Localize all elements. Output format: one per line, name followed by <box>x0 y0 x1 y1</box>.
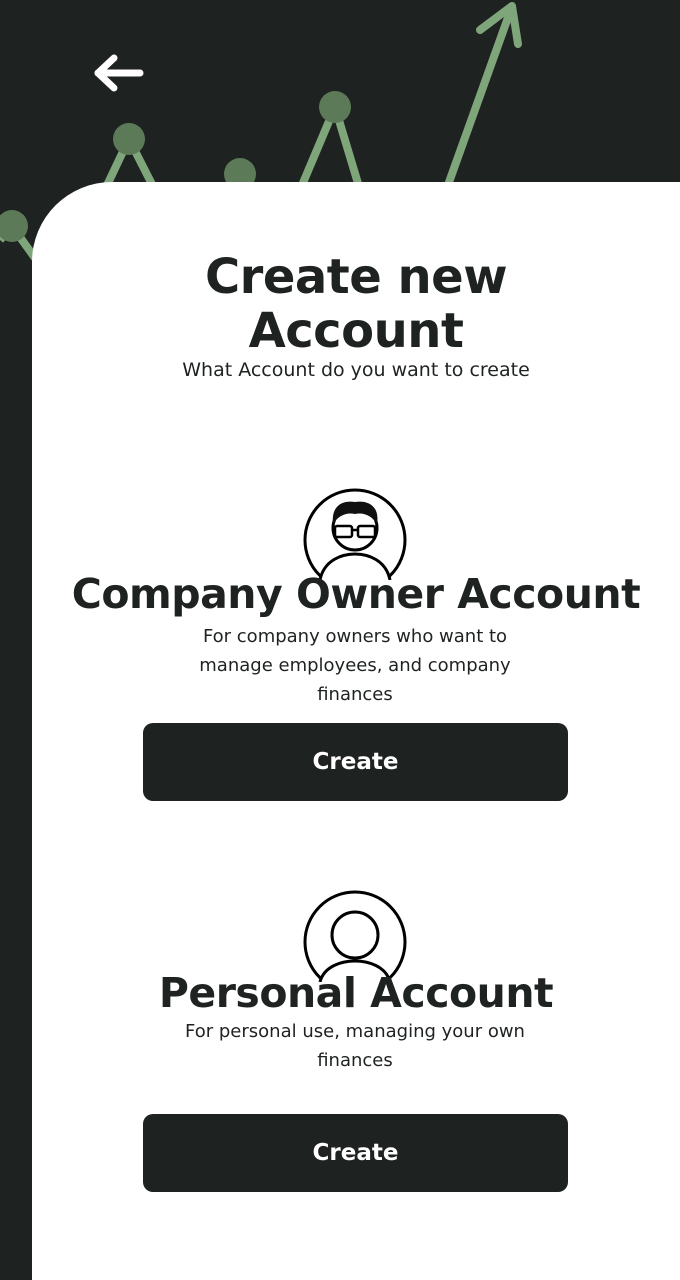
page-subtitle: What Account do you want to create <box>182 359 530 381</box>
page-title-line2: Account <box>248 303 464 359</box>
company-account-description: For company owners who want to manage em… <box>199 626 511 705</box>
company-account-title: Company Owner Account <box>71 570 641 618</box>
personal-account-title: Personal Account <box>158 969 554 1017</box>
create-company-account-button[interactable]: Create <box>143 723 568 801</box>
personal-account-description: For personal use, managing your own fina… <box>185 1021 525 1071</box>
back-button[interactable] <box>88 50 148 96</box>
page-title: Create new Account <box>32 250 680 358</box>
create-personal-account-button[interactable]: Create <box>143 1114 568 1192</box>
page-title-line1: Create new <box>204 249 508 305</box>
business-person-avatar-icon <box>302 488 408 580</box>
arrow-left-icon <box>94 54 144 92</box>
